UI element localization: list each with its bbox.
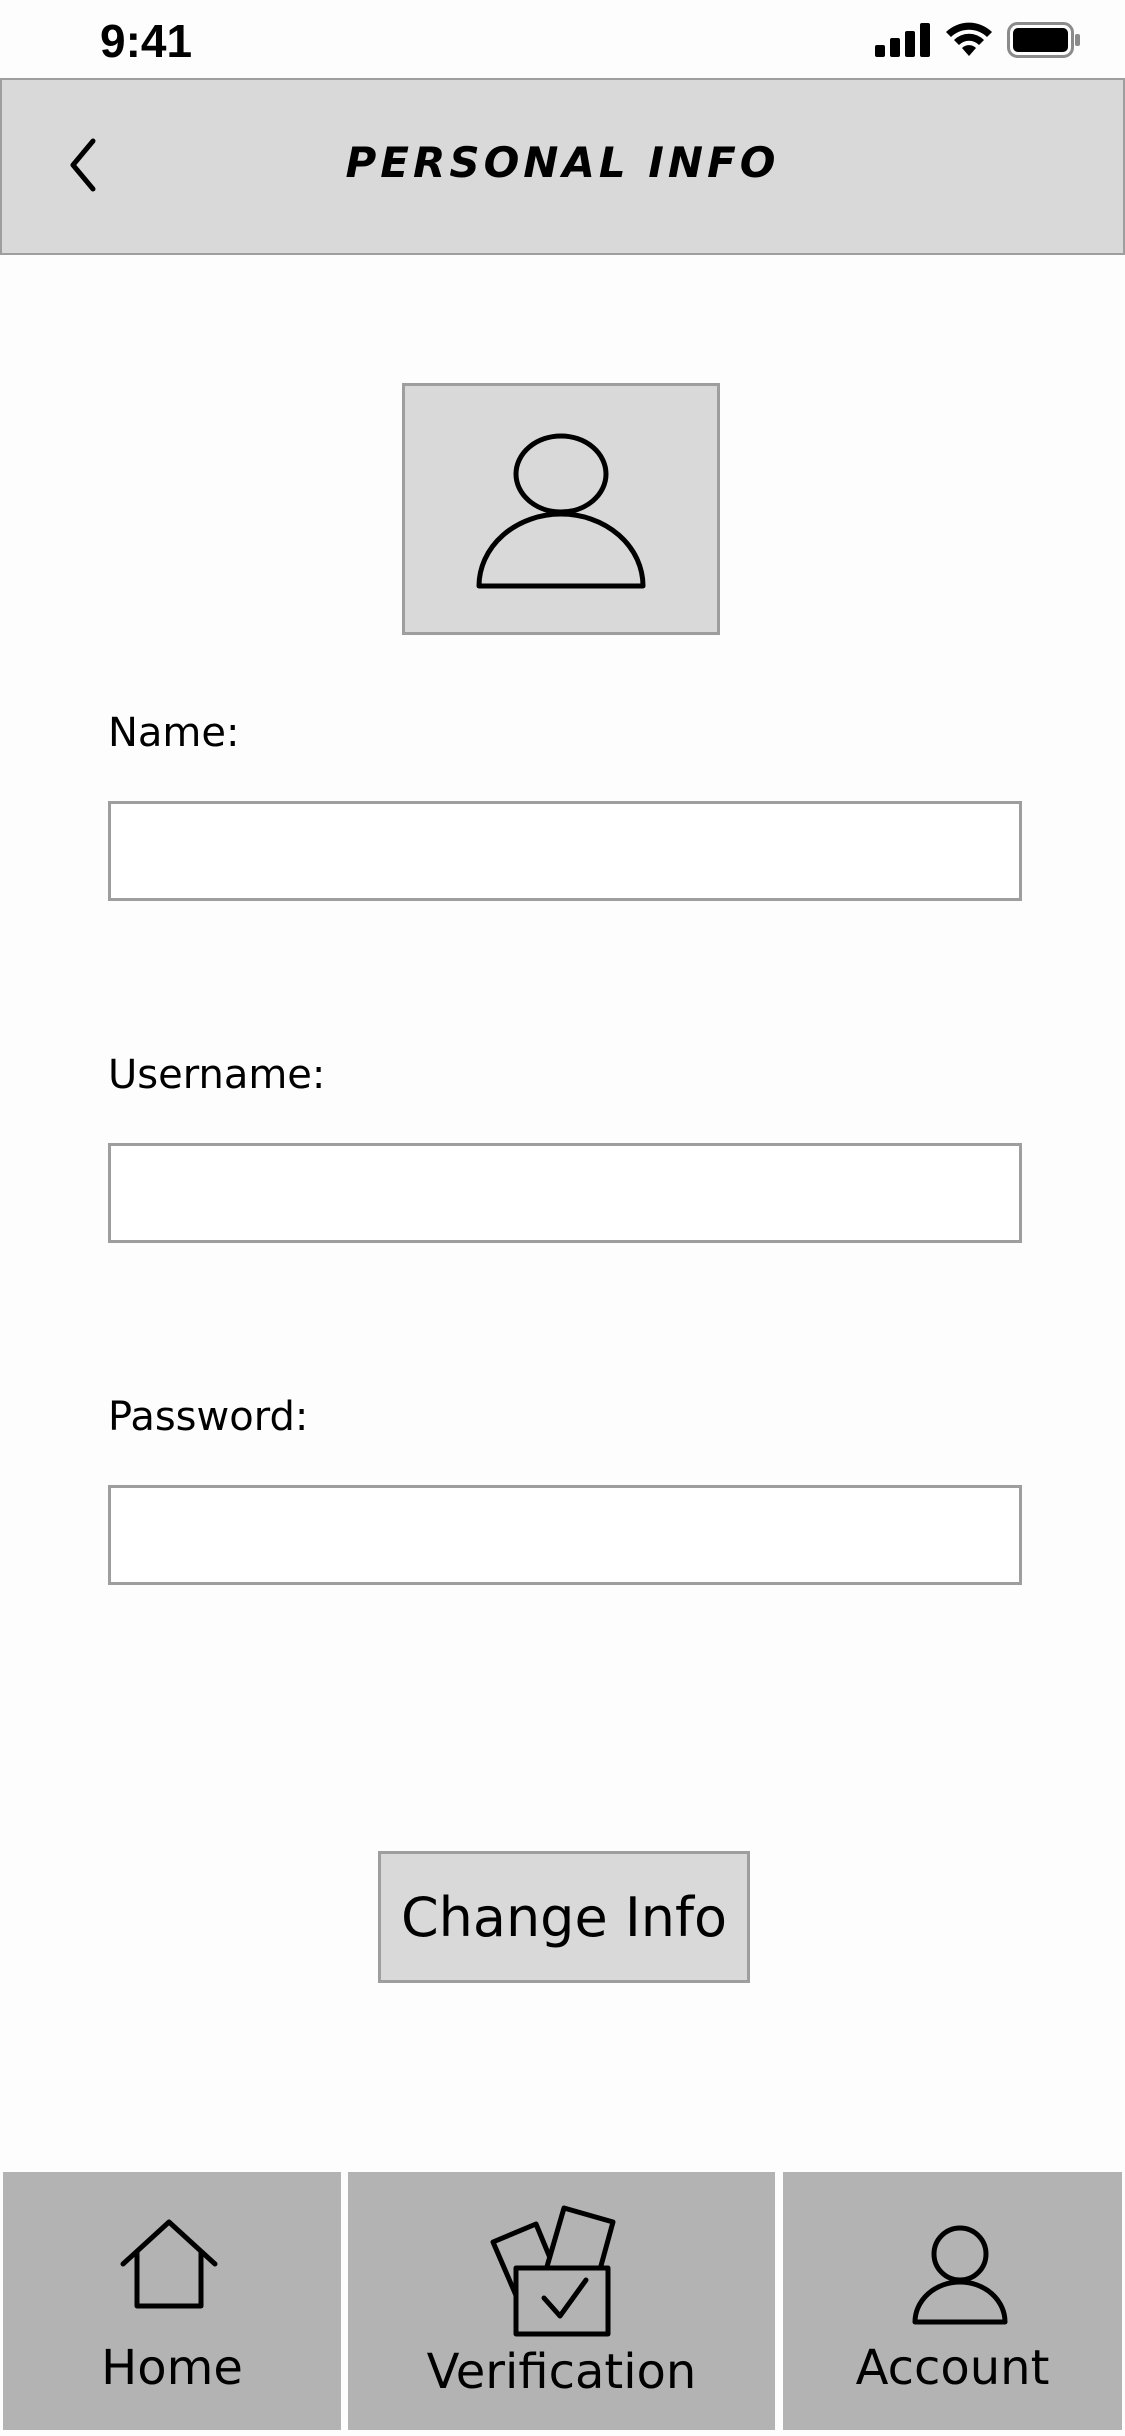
change-info-button[interactable]: Change Info <box>378 1851 750 1983</box>
status-icons <box>875 22 1081 63</box>
tab-account-label: Account <box>855 2340 1050 2396</box>
tab-home-label: Home <box>101 2340 243 2396</box>
tab-verification-label: Verification <box>426 2344 697 2400</box>
name-input[interactable] <box>108 801 1022 901</box>
tab-home[interactable]: Home <box>3 2172 341 2430</box>
status-time: 9:41 <box>100 15 193 67</box>
wifi-icon <box>945 22 993 63</box>
username-label: Username: <box>108 1052 326 1098</box>
tab-account[interactable]: Account <box>783 2172 1122 2430</box>
status-bar: 9:41 <box>0 0 1125 78</box>
name-label: Name: <box>108 710 240 756</box>
username-input[interactable] <box>108 1143 1022 1243</box>
battery-icon <box>1007 22 1081 63</box>
password-input[interactable] <box>108 1485 1022 1585</box>
page-title: Personal Info <box>345 138 780 187</box>
profile-avatar[interactable] <box>402 383 720 635</box>
password-label: Password: <box>108 1394 309 1440</box>
cellular-signal-icon <box>875 23 931 62</box>
header-bar: Personal Info <box>0 78 1125 255</box>
tab-verification[interactable]: Verification <box>348 2172 775 2430</box>
